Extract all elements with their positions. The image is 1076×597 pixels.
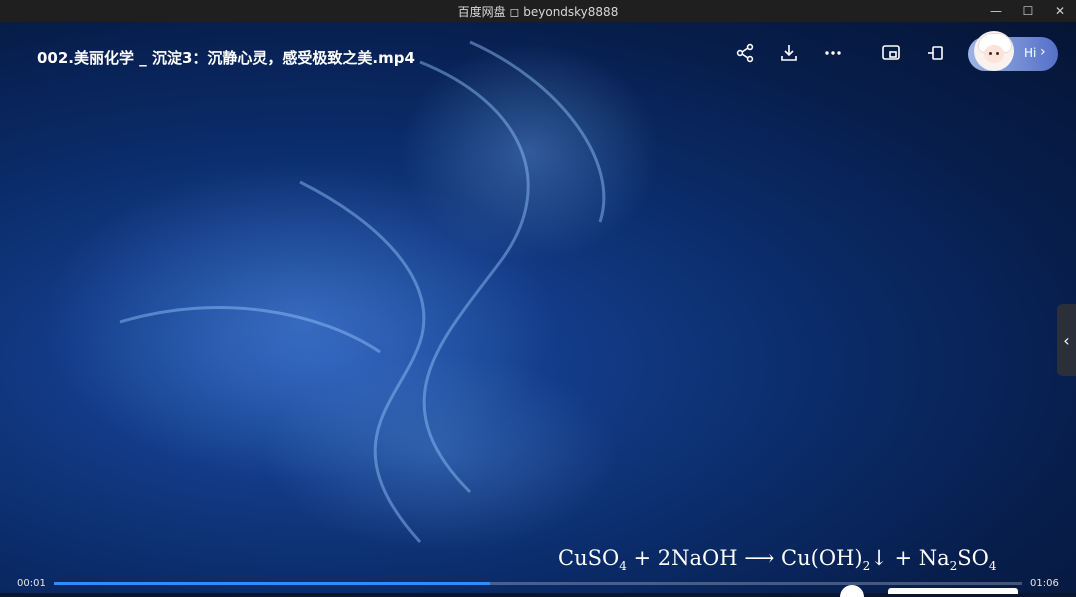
chevron-left-icon: ‹ xyxy=(1063,330,1070,350)
assistant-avatar xyxy=(974,31,1014,71)
floating-popup[interactable] xyxy=(888,588,1018,594)
product-2-tail: SO xyxy=(957,546,989,570)
download-icon[interactable] xyxy=(775,40,803,66)
subscript: 4 xyxy=(988,559,997,574)
plus-reactant-2: + 2NaOH xyxy=(626,546,745,570)
video-frame[interactable] xyxy=(0,22,1076,593)
product-1: Cu(OH) xyxy=(774,546,863,570)
subscript: 4 xyxy=(619,559,627,574)
assistant-button[interactable]: Hi › xyxy=(968,31,1058,71)
precipitate-swirl xyxy=(119,40,606,544)
maximize-button[interactable]: ☐ xyxy=(1012,0,1044,22)
video-file-title: 002.美丽化学 _ 沉淀3：沉静心灵，感受极致之美.mp4 xyxy=(37,49,415,67)
reaction-arrow: ⟶ xyxy=(744,546,775,570)
picture-in-picture-icon[interactable] xyxy=(877,40,905,66)
close-button[interactable]: ✕ xyxy=(1044,0,1076,22)
share-icon[interactable] xyxy=(731,40,759,66)
minimize-button[interactable]: — xyxy=(980,0,1012,22)
total-time: 01:06 xyxy=(1030,578,1059,589)
more-icon[interactable] xyxy=(819,40,847,66)
chevron-right-icon: › xyxy=(1040,44,1046,60)
pin-icon[interactable] xyxy=(922,40,950,66)
reaction-equation: CuSO4 + 2NaOH ⟶ Cu(OH)2↓ + Na2SO4 xyxy=(558,546,997,573)
title-bar: 百度网盘 ◻ beyondsky8888 — ☐ ✕ xyxy=(0,0,1076,22)
reactant-1: CuSO xyxy=(558,546,620,570)
progress-fill xyxy=(54,582,490,585)
assistant-label: Hi xyxy=(1024,46,1037,60)
progress-bar[interactable] xyxy=(54,582,1022,585)
window-title: 百度网盘 ◻ beyondsky8888 xyxy=(457,5,619,19)
side-panel-toggle[interactable]: ‹ xyxy=(1057,304,1076,376)
plus-product-2: + Na xyxy=(887,546,950,570)
precipitate-arrow: ↓ xyxy=(870,546,888,570)
current-time: 00:01 xyxy=(17,578,46,589)
